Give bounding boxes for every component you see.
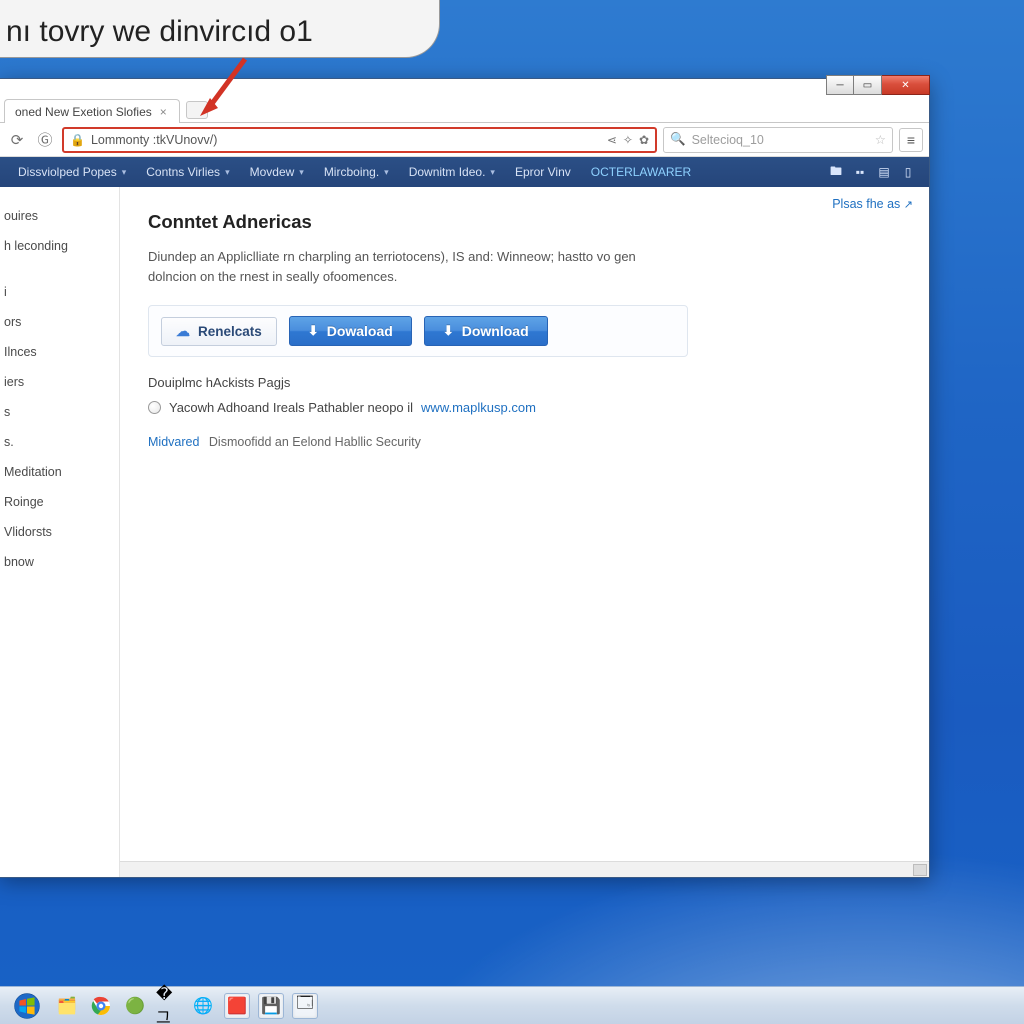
sidebar-item[interactable]: i bbox=[0, 277, 111, 307]
share-icon: ↗ bbox=[904, 199, 913, 211]
radio-icon[interactable] bbox=[148, 401, 161, 414]
chevron-down-icon: ▾ bbox=[490, 167, 495, 178]
taskbar-explorer-icon[interactable]: 🗂️ bbox=[54, 993, 80, 1019]
save-page-icon[interactable]: ✿ bbox=[639, 133, 649, 147]
start-button[interactable] bbox=[8, 992, 46, 1020]
tab-strip: oned New Exetion Slofies × bbox=[0, 97, 929, 123]
nav-item-4[interactable]: Downitm Ideo.▾ bbox=[399, 157, 505, 187]
reload-button[interactable]: ⟳ bbox=[6, 129, 28, 151]
browser-tab[interactable]: oned New Exetion Slofies × bbox=[4, 99, 180, 123]
left-sidebar: ouires h leconding i ors Ilnces iers s s… bbox=[0, 187, 120, 877]
chip-label: Renelcats bbox=[198, 324, 262, 339]
download-label: Dowaload bbox=[327, 323, 393, 339]
taskbar-media-icon[interactable]: �그 bbox=[156, 993, 182, 1019]
nav-list-icon[interactable]: ▤ bbox=[877, 165, 891, 179]
sidebar-item[interactable]: h leconding bbox=[0, 231, 111, 261]
release-chip[interactable]: ☁ Renelcats bbox=[161, 317, 277, 346]
search-placeholder: Seltecioq_10 bbox=[692, 133, 764, 147]
nav-item-5[interactable]: Epror Vinv bbox=[505, 157, 581, 187]
nav-grid-icon[interactable]: ▪▪ bbox=[853, 165, 867, 179]
download-button-1[interactable]: ⬇ Dowaload bbox=[289, 316, 412, 346]
sidebar-item[interactable]: Ilnces bbox=[0, 337, 111, 367]
close-button[interactable]: ✕ bbox=[882, 75, 930, 95]
option-row[interactable]: Yacowh Adhoand Ireals Pathabler neopo il… bbox=[148, 400, 907, 415]
bookmark-outline-icon[interactable]: ✧ bbox=[623, 133, 633, 147]
sidebar-item[interactable]: Vlidorsts bbox=[0, 517, 111, 547]
home-button[interactable]: Ⓖ bbox=[34, 129, 56, 151]
taskbar-chrome-icon[interactable] bbox=[88, 993, 114, 1019]
window-titlebar: ─ ▭ ✕ bbox=[0, 79, 929, 97]
main-panel: Plsas fhe as ↗ Conntet Adnericas Diundep… bbox=[120, 187, 929, 877]
chevron-down-icon: ▾ bbox=[299, 167, 304, 178]
sidebar-item[interactable]: bnow bbox=[0, 547, 111, 577]
minimize-button[interactable]: ─ bbox=[826, 75, 854, 95]
callout-arrow-icon bbox=[200, 54, 270, 124]
chevron-down-icon: ▾ bbox=[122, 167, 127, 178]
search-icon: 🔍 bbox=[670, 132, 686, 147]
download-icon: ⬇ bbox=[308, 323, 319, 339]
cloud-icon: ☁ bbox=[176, 323, 190, 340]
footer-line: Midvared Dismoofidd an Eelond Habllic Se… bbox=[148, 435, 907, 449]
bookmark-star-icon[interactable]: ☆ bbox=[875, 132, 886, 147]
taskbar-running-1[interactable]: 🟥 bbox=[224, 993, 250, 1019]
nav-folder-icon[interactable]: 🖿 bbox=[829, 165, 843, 179]
search-bar[interactable]: 🔍 Seltecioq_10 ☆ bbox=[663, 127, 893, 153]
windows-logo-icon bbox=[14, 993, 40, 1019]
sidebar-item[interactable]: ors bbox=[0, 307, 111, 337]
sidebar-item[interactable]: Roinge bbox=[0, 487, 111, 517]
nav-item-highlight[interactable]: OCTERLAWARER bbox=[581, 157, 701, 187]
taskbar-app-icon[interactable]: 🟢 bbox=[122, 993, 148, 1019]
download-icon: ⬇ bbox=[443, 323, 454, 339]
download-label: Download bbox=[462, 323, 529, 339]
nav-item-0[interactable]: Dissviolped Popes▾ bbox=[8, 157, 136, 187]
page-description: Diundep an Appliclliate rn charpling an … bbox=[148, 247, 668, 287]
url-actions: ⋖ ✧ ✿ bbox=[607, 133, 649, 147]
chevron-down-icon: ▾ bbox=[384, 167, 389, 178]
taskbar-browser-icon[interactable]: 🌐 bbox=[190, 993, 216, 1019]
option-text: Yacowh Adhoand Ireals Pathabler neopo il bbox=[169, 400, 413, 415]
sidebar-item[interactable]: s. bbox=[0, 427, 111, 457]
sidebar-item[interactable] bbox=[0, 261, 111, 277]
page-content: ouires h leconding i ors Ilnces iers s s… bbox=[0, 187, 929, 877]
tutorial-callout: nı tovry we dinvircıd o1 bbox=[0, 0, 440, 58]
download-row: ☁ Renelcats ⬇ Dowaload ⬇ Download bbox=[148, 305, 688, 357]
url-text: Lommonty :tkVUnovv/) bbox=[91, 133, 217, 147]
footer-text: Dismoofidd an Eelond Habllic Security bbox=[209, 435, 421, 449]
nav-item-1[interactable]: Contns Virlies▾ bbox=[136, 157, 239, 187]
tutorial-callout-text: nı tovry we dinvircıd o1 bbox=[6, 15, 313, 49]
share-link[interactable]: Plsas fhe as ↗ bbox=[832, 197, 913, 211]
chevron-down-icon: ▾ bbox=[225, 167, 230, 178]
tab-close-icon[interactable]: × bbox=[160, 105, 167, 119]
taskbar-running-3[interactable]: 🗔 bbox=[292, 993, 318, 1019]
nav-item-3[interactable]: Mircboing.▾ bbox=[314, 157, 399, 187]
sidebar-item[interactable]: Meditation bbox=[0, 457, 111, 487]
tab-title: oned New Exetion Slofies bbox=[15, 105, 152, 119]
nav-item-2[interactable]: Movdew▾ bbox=[240, 157, 314, 187]
browser-window: ─ ▭ ✕ oned New Exetion Slofies × ⟳ Ⓖ 🔒 L… bbox=[0, 78, 930, 878]
share-label: Plsas fhe as bbox=[832, 197, 900, 211]
download-button-2[interactable]: ⬇ Download bbox=[424, 316, 548, 346]
browser-toolbar: ⟳ Ⓖ 🔒 Lommonty :tkVUnovv/) ⋖ ✧ ✿ 🔍 Selte… bbox=[0, 123, 929, 157]
sub-heading: Douiplmc hAckists Pagjs bbox=[148, 375, 907, 390]
address-bar[interactable]: 🔒 Lommonty :tkVUnovv/) ⋖ ✧ ✿ bbox=[62, 127, 657, 153]
scrollbar-thumb[interactable] bbox=[913, 864, 927, 876]
footer-tag[interactable]: Midvared bbox=[148, 435, 199, 449]
nav-page-icon[interactable]: ▯ bbox=[901, 165, 915, 179]
horizontal-scrollbar[interactable] bbox=[120, 861, 929, 877]
taskbar: 🗂️ 🟢 �그 🌐 🟥 💾 🗔 bbox=[0, 986, 1024, 1024]
lock-icon: 🔒 bbox=[70, 133, 85, 147]
sidebar-item[interactable]: s bbox=[0, 397, 111, 427]
option-link[interactable]: www.maplkusp.com bbox=[421, 400, 536, 415]
sidebar-item[interactable]: ouires bbox=[0, 201, 111, 231]
maximize-button[interactable]: ▭ bbox=[854, 75, 882, 95]
menu-button[interactable]: ≡ bbox=[899, 128, 923, 152]
taskbar-running-2[interactable]: 💾 bbox=[258, 993, 284, 1019]
sidebar-item[interactable]: iers bbox=[0, 367, 111, 397]
nav-utility: 🖿 ▪▪ ▤ ▯ bbox=[829, 165, 921, 179]
site-navbar: Dissviolped Popes▾ Contns Virlies▾ Movde… bbox=[0, 157, 929, 187]
reader-icon[interactable]: ⋖ bbox=[607, 133, 617, 147]
page-title: Conntet Adnericas bbox=[148, 211, 907, 233]
window-controls: ─ ▭ ✕ bbox=[826, 75, 930, 95]
